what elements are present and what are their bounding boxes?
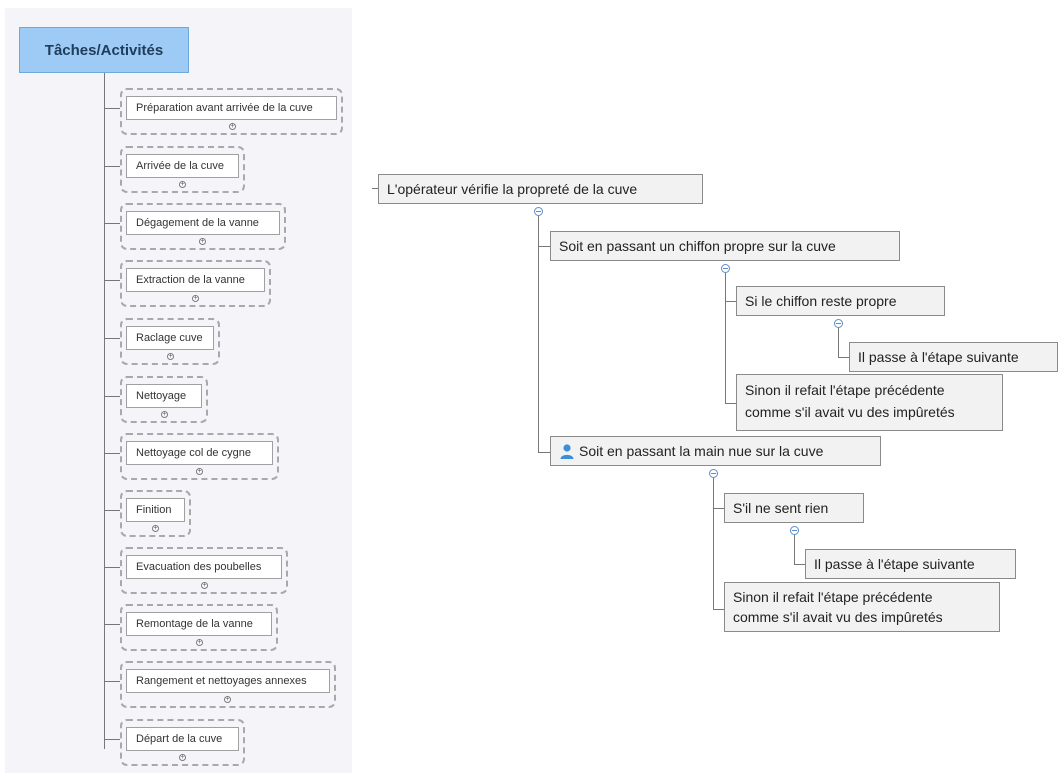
result-label: Il passe à l'étape suivante — [858, 349, 1019, 365]
condition-label: S'il ne sent rien — [733, 500, 829, 516]
expand-icon[interactable]: + — [167, 353, 174, 360]
user-icon — [559, 443, 575, 459]
collapse-icon[interactable] — [721, 264, 730, 273]
else-topic[interactable]: Sinon il refait l'étape précédente comme… — [736, 374, 1003, 431]
else-topic[interactable]: Sinon il refait l'étape précédente comme… — [724, 582, 1000, 632]
task-topic[interactable]: Remontage de la vanne — [126, 612, 272, 636]
result-label: Il passe à l'étape suivante — [814, 556, 975, 572]
task-label: Nettoyage col de cygne — [136, 447, 251, 459]
connector — [104, 624, 120, 625]
task-map-panel: Tâches/Activités Préparation avant arriv… — [5, 8, 352, 773]
task-topic[interactable]: Extraction de la vanne — [126, 268, 265, 292]
task-topic[interactable]: Rangement et nettoyages annexes — [126, 669, 330, 693]
task-label: Rangement et nettoyages annexes — [136, 675, 307, 687]
connector — [104, 567, 120, 568]
detail-map-panel: L'opérateur vérifie la propreté de la cu… — [372, 166, 1058, 640]
task-label: Arrivée de la cuve — [136, 160, 225, 172]
task-label: Finition — [136, 504, 172, 516]
expand-icon[interactable]: + — [196, 468, 203, 475]
connector — [104, 338, 120, 339]
task-label: Départ de la cuve — [136, 733, 223, 745]
connector — [104, 681, 120, 682]
task-label: Raclage cuve — [136, 332, 203, 344]
task-label: Préparation avant arrivée de la cuve — [136, 102, 313, 114]
connector — [104, 166, 120, 167]
branch-topic[interactable]: Soit en passant la main nue sur la cuve — [550, 436, 881, 466]
branch-line — [838, 328, 839, 357]
result-topic[interactable]: Il passe à l'étape suivante — [805, 549, 1016, 579]
else-label-line2: comme s'il avait vu des impûretés — [745, 404, 955, 420]
connector — [104, 396, 120, 397]
task-topic[interactable]: Finition — [126, 498, 185, 522]
else-label-line1: Sinon il refait l'étape précédente — [733, 589, 933, 605]
branch-line — [794, 535, 795, 564]
expand-icon[interactable]: + — [152, 525, 159, 532]
task-label: Extraction de la vanne — [136, 274, 245, 286]
connector — [713, 508, 724, 509]
connector — [104, 108, 120, 109]
expand-icon[interactable]: + — [201, 582, 208, 589]
result-topic[interactable]: Il passe à l'étape suivante — [849, 342, 1058, 372]
task-topic[interactable]: Arrivée de la cuve — [126, 154, 239, 178]
connector — [104, 280, 120, 281]
connector — [538, 246, 550, 247]
task-topic[interactable]: Nettoyage col de cygne — [126, 441, 273, 465]
root-topic[interactable]: Tâches/Activités — [19, 27, 189, 73]
expand-icon[interactable]: + — [199, 238, 206, 245]
else-label-line2: comme s'il avait vu des impûretés — [733, 609, 943, 625]
branch-line — [713, 478, 714, 609]
condition-topic[interactable]: S'il ne sent rien — [724, 493, 864, 523]
connector — [104, 453, 120, 454]
else-label-line1: Sinon il refait l'étape précédente — [745, 382, 945, 398]
connector — [794, 564, 805, 565]
task-topic[interactable]: Départ de la cuve — [126, 727, 239, 751]
expand-icon[interactable]: + — [224, 696, 231, 703]
task-topic[interactable]: Evacuation des poubelles — [126, 555, 282, 579]
trunk-line — [104, 73, 105, 749]
condition-topic[interactable]: Si le chiffon reste propre — [736, 286, 945, 316]
connector — [104, 510, 120, 511]
connector — [725, 403, 736, 404]
task-label: Remontage de la vanne — [136, 618, 253, 630]
task-label: Nettoyage — [136, 390, 187, 402]
connector — [538, 452, 550, 453]
task-label: Evacuation des poubelles — [136, 561, 262, 573]
expand-icon[interactable]: + — [196, 639, 203, 646]
expand-icon[interactable]: + — [229, 123, 236, 130]
task-topic[interactable]: Raclage cuve — [126, 326, 214, 350]
branch-label: Soit en passant un chiffon propre sur la… — [559, 238, 836, 254]
branch-topic[interactable]: Soit en passant un chiffon propre sur la… — [550, 231, 900, 261]
expand-icon[interactable]: + — [179, 181, 186, 188]
task-topic[interactable]: Préparation avant arrivée de la cuve — [126, 96, 337, 120]
connector — [713, 609, 724, 610]
collapse-icon[interactable] — [834, 319, 843, 328]
branch-line — [725, 273, 726, 403]
expand-icon[interactable]: + — [179, 754, 186, 761]
trunk-line — [538, 216, 539, 452]
root-topic-label: Tâches/Activités — [44, 41, 164, 59]
expand-icon[interactable]: + — [161, 411, 168, 418]
connector — [104, 223, 120, 224]
task-label: Dégagement de la vanne — [136, 217, 259, 229]
connector — [838, 357, 849, 358]
main-topic-label: L'opérateur vérifie la propreté de la cu… — [387, 181, 638, 197]
collapse-icon[interactable] — [534, 207, 543, 216]
connector — [725, 301, 736, 302]
condition-label: Si le chiffon reste propre — [745, 293, 897, 309]
branch-label: Soit en passant la main nue sur la cuve — [579, 443, 824, 459]
collapse-icon[interactable] — [790, 526, 799, 535]
task-topic[interactable]: Nettoyage — [126, 384, 202, 408]
expand-icon[interactable]: + — [192, 295, 199, 302]
main-topic[interactable]: L'opérateur vérifie la propreté de la cu… — [378, 174, 703, 204]
task-topic[interactable]: Dégagement de la vanne — [126, 211, 280, 235]
connector — [104, 739, 120, 740]
collapse-icon[interactable] — [709, 469, 718, 478]
